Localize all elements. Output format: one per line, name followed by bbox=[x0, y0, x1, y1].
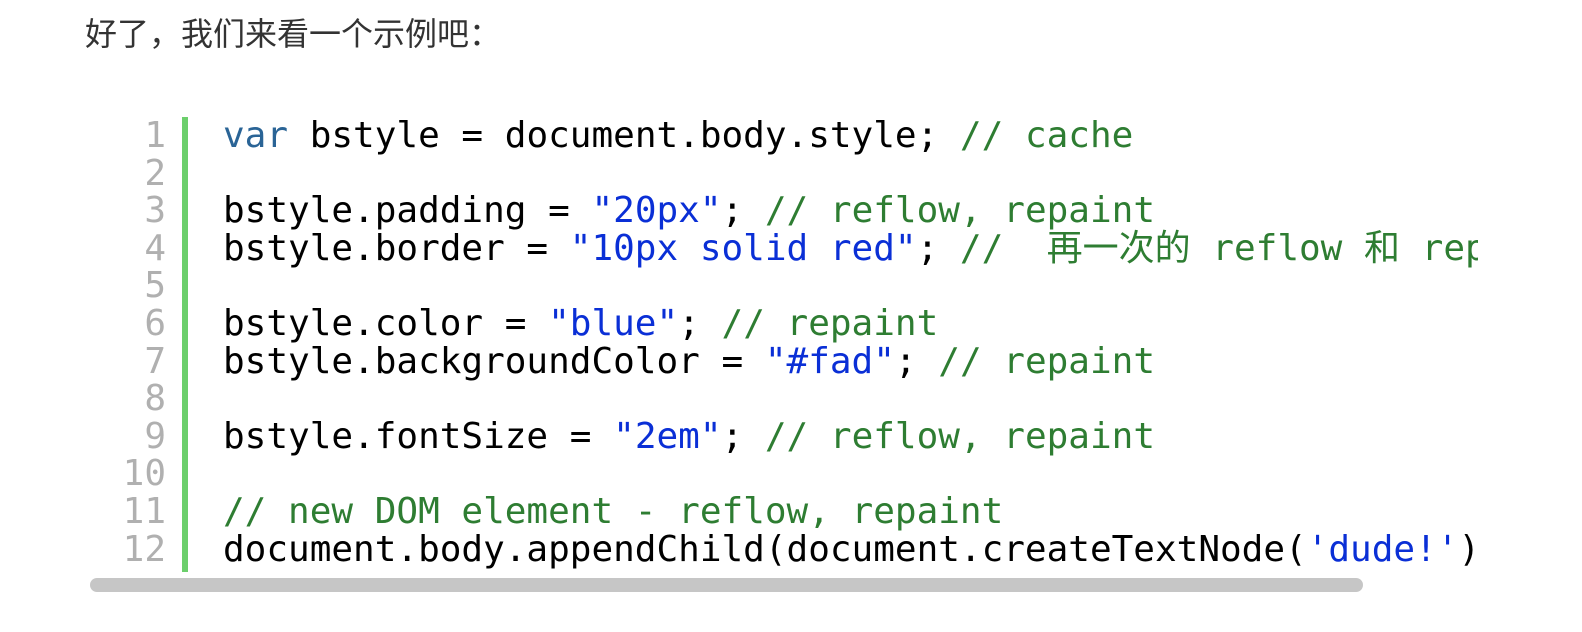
code-token-plain: ; bbox=[721, 415, 765, 457]
code-line: bstyle.color = "blue"; // repaint bbox=[223, 305, 1478, 343]
code-token-string: "10px solid red" bbox=[569, 227, 917, 269]
code-token-plain: bstyle = document.body.style; bbox=[288, 115, 960, 156]
code-line: bstyle.padding = "20px"; // reflow, repa… bbox=[223, 192, 1478, 230]
line-number: 6 bbox=[144, 302, 166, 344]
line-number-gutter: 1 2 3 4 5 6 7 8 9 10 11 12 bbox=[86, 113, 166, 568]
code-token-comment: // repaint bbox=[938, 340, 1156, 382]
code-line: ​ bbox=[223, 155, 1478, 193]
code-line: // new DOM element - reflow, repaint bbox=[223, 493, 1478, 531]
code-token-plain: ; bbox=[678, 302, 722, 344]
line-number: 7 bbox=[144, 340, 166, 382]
code-lines: var bstyle = document.body.style; // cac… bbox=[223, 113, 1478, 568]
code-token-string: "20px" bbox=[591, 190, 722, 232]
code-token-comment: // repaint bbox=[721, 302, 939, 344]
line-number: 1 bbox=[144, 115, 166, 156]
code-line: bstyle.backgroundColor = "#fad"; // repa… bbox=[223, 340, 1478, 382]
horizontal-scrollbar-thumb[interactable] bbox=[90, 578, 1363, 592]
line-number: 8 bbox=[144, 378, 166, 420]
intro-paragraph: 好了，我们来看一个示例吧： bbox=[85, 15, 502, 53]
code-token-keyword: var bbox=[223, 115, 289, 156]
code-line: bstyle.border = "10px solid red"; // 再一次… bbox=[223, 227, 1478, 269]
line-number: 10 bbox=[122, 453, 166, 495]
code-token-plain: bstyle.color = bbox=[223, 302, 549, 344]
code-token-string: "blue" bbox=[548, 302, 679, 344]
code-token-string: "2em" bbox=[613, 415, 722, 457]
code-line: ​ bbox=[223, 267, 1478, 305]
code-block: 1 2 3 4 5 6 7 8 9 10 11 12 var bstyle = document.bo… bbox=[86, 113, 1478, 597]
code-token-comment: // reflow, repaint bbox=[764, 415, 1156, 457]
code-token-comment: // 再一次的 reflow 和 repaint bbox=[959, 227, 1478, 269]
horizontal-scrollbar[interactable] bbox=[86, 573, 1478, 597]
code-token-comment: // cache bbox=[959, 115, 1134, 156]
code-token-string: "#fad" bbox=[764, 340, 895, 382]
line-number: 9 bbox=[144, 415, 166, 457]
code-token-comment: // reflow, repaint bbox=[764, 190, 1156, 232]
code-token-plain: bstyle.fontSize = bbox=[223, 415, 614, 457]
line-number: 5 bbox=[144, 265, 166, 307]
code-token-plain: bstyle.backgroundColor = bbox=[223, 340, 765, 382]
code-token-string: 'dude!' bbox=[1306, 528, 1459, 570]
code-token-plain: bstyle.padding = bbox=[223, 190, 592, 232]
line-number: 3 bbox=[144, 190, 166, 232]
code-token-plain: ; bbox=[894, 340, 939, 382]
code-viewport: 1 2 3 4 5 6 7 8 9 10 11 12 var bstyle = document.bo… bbox=[86, 113, 1478, 572]
line-number: 4 bbox=[144, 227, 166, 269]
code-line: var bstyle = document.body.style; // cac… bbox=[223, 117, 1478, 155]
code-line: document.body.appendChild(document.creat… bbox=[223, 528, 1478, 570]
gutter-accent-bar bbox=[182, 117, 188, 572]
line-number: 2 bbox=[144, 152, 166, 194]
code-line: ​ bbox=[223, 380, 1478, 418]
code-token-plain: ; bbox=[721, 190, 765, 232]
code-token-plain: )); bbox=[1458, 528, 1478, 570]
line-number: 12 bbox=[122, 528, 166, 570]
code-token-plain: document.body.appendChild(document.creat… bbox=[223, 528, 1307, 570]
code-line: ​ bbox=[223, 455, 1478, 493]
line-number: 11 bbox=[122, 490, 166, 532]
code-token-comment: // new DOM element - reflow, repaint bbox=[223, 490, 1004, 532]
code-token-plain: bstyle.border = bbox=[223, 227, 570, 269]
code-token-plain: ; bbox=[916, 227, 960, 269]
code-line: bstyle.fontSize = "2em"; // reflow, repa… bbox=[223, 415, 1478, 457]
